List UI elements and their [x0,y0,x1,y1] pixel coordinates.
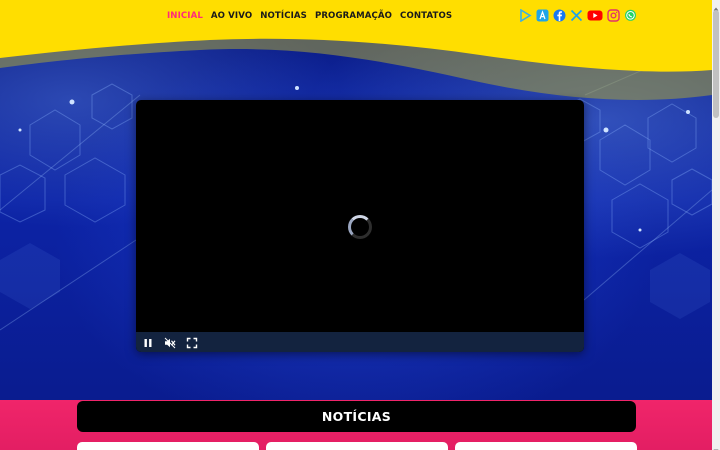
nav-item-ao-vivo[interactable]: AO VIVO [211,11,252,21]
nav-item-contatos[interactable]: CONTATOS [400,11,452,21]
nav-item-noticias[interactable]: NOTÍCIAS [260,11,307,21]
social-links [519,8,637,23]
scrollbar-thumb[interactable] [713,10,719,118]
instagram-icon[interactable] [607,9,620,22]
youtube-icon[interactable] [587,9,603,22]
nav-item-inicial[interactable]: INICIAL [167,11,203,21]
google-play-icon[interactable] [519,8,532,23]
news-card[interactable] [266,442,448,450]
player-controls [136,332,584,352]
news-card[interactable] [455,442,637,450]
mute-icon[interactable] [164,336,176,349]
nav-item-programacao[interactable]: PROGRAMAÇÃO [315,11,392,21]
app-store-icon[interactable] [536,9,549,22]
scroll-down-icon[interactable] [712,442,720,450]
facebook-icon[interactable] [553,9,566,22]
page-scrollbar[interactable] [712,0,720,450]
top-navigation-bar: INICIAL AO VIVO NOTÍCIAS PROGRAMAÇÃO CON… [0,0,712,34]
news-card[interactable] [77,442,259,450]
loading-spinner-icon [348,215,372,239]
main-nav: INICIAL AO VIVO NOTÍCIAS PROGRAMAÇÃO CON… [167,11,452,21]
video-player[interactable] [136,100,584,352]
whatsapp-icon[interactable] [624,9,637,22]
fullscreen-icon[interactable] [186,336,198,349]
x-twitter-icon[interactable] [570,9,583,22]
scroll-up-icon[interactable] [712,0,720,11]
pause-icon[interactable] [142,336,154,348]
news-section-title: NOTÍCIAS [321,409,392,424]
news-section-header: NOTÍCIAS [77,401,636,432]
